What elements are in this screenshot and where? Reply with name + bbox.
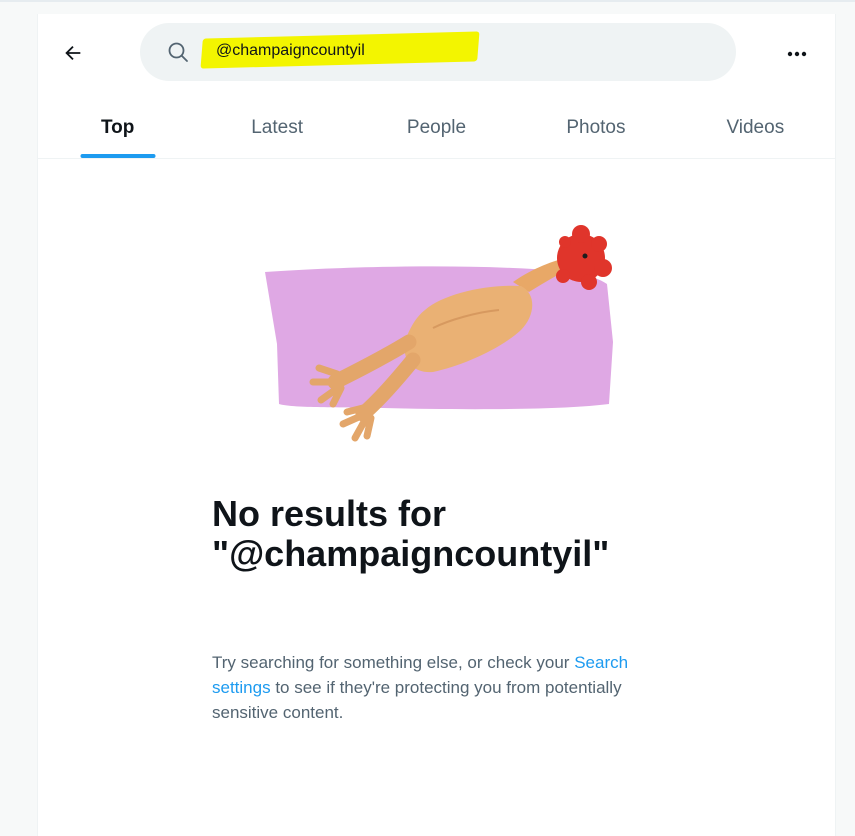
tab-videos[interactable]: Videos — [676, 98, 835, 158]
tab-top[interactable]: Top — [38, 98, 197, 158]
search-header: Top Latest People Photos Videos — [38, 14, 835, 159]
tab-latest-label: Latest — [251, 117, 303, 138]
more-options-button[interactable] — [780, 39, 814, 69]
search-results-panel: Top Latest People Photos Videos — [37, 14, 836, 836]
search-icon — [168, 42, 188, 62]
tab-people[interactable]: People — [357, 98, 516, 158]
tab-videos-label: Videos — [726, 117, 785, 138]
empty-state-subtitle: Try searching for something else, or che… — [212, 650, 652, 725]
empty-state-title-prefix: No results for — [212, 493, 447, 534]
back-button[interactable] — [56, 36, 90, 70]
tab-people-label: People — [406, 117, 467, 138]
search-input[interactable] — [216, 38, 696, 64]
tab-photos[interactable]: Photos — [516, 98, 675, 158]
tab-photos-label: Photos — [566, 117, 626, 138]
empty-state-text-after: to see if they're protecting you from po… — [212, 678, 622, 722]
active-tab-indicator — [80, 154, 156, 158]
window-top-border — [0, 0, 855, 2]
rubber-chicken-illustration — [265, 225, 613, 442]
tab-top-label: Top — [100, 117, 135, 138]
empty-state-text-before: Try searching for something else, or che… — [212, 653, 575, 672]
empty-state-title-query: "@champaigncountyil" — [212, 533, 610, 574]
empty-state-title: No results for "@champaigncountyil" — [212, 494, 652, 574]
search-tabs: Top Latest People Photos Videos — [38, 98, 835, 158]
search-bar[interactable] — [140, 23, 736, 81]
tab-latest[interactable]: Latest — [197, 98, 356, 158]
arrow-left-icon — [65, 45, 81, 61]
more-horizontal-icon — [787, 51, 807, 57]
